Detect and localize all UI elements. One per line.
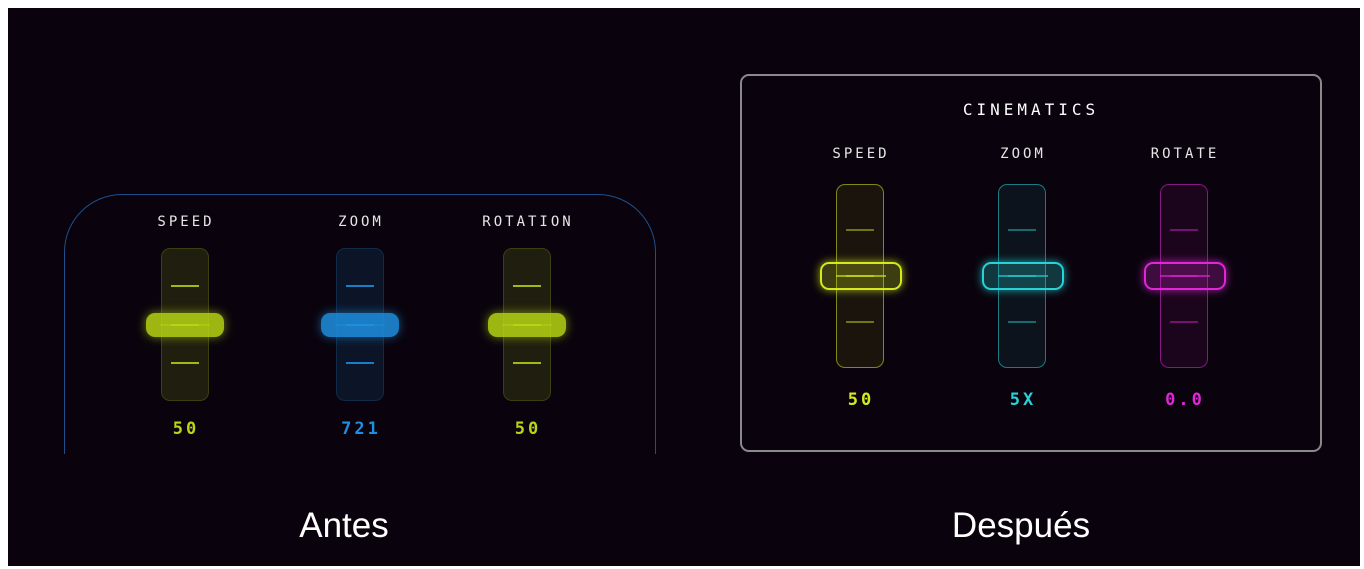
slider-tick: [1008, 321, 1036, 323]
slider-knob[interactable]: [820, 262, 902, 290]
before-rotation-slider[interactable]: ROTATION 50: [478, 214, 578, 444]
slider-value: 5X: [1009, 390, 1037, 410]
slider-knob[interactable]: [488, 312, 566, 337]
knob-grip: [160, 323, 210, 326]
slider-value: 50: [172, 419, 200, 439]
knob-grip: [998, 275, 1048, 277]
slider-tick: [171, 285, 199, 288]
slider-knob[interactable]: [982, 262, 1064, 290]
slider-tick: [1170, 321, 1198, 323]
slider-knob[interactable]: [146, 312, 224, 337]
knob-grip: [335, 323, 385, 326]
slider-label: ROTATION: [482, 214, 574, 230]
before-caption: Antes: [299, 506, 389, 545]
slider-tick: [846, 321, 874, 323]
after-zoom-slider[interactable]: ZOOM 5X: [973, 146, 1073, 416]
before-zoom-slider[interactable]: ZOOM 721: [311, 214, 411, 444]
slider-value: 0.0: [1165, 390, 1205, 410]
slider-tick: [513, 361, 541, 364]
slider-knob[interactable]: [321, 312, 399, 337]
slider-tick: [513, 285, 541, 288]
after-caption: Después: [951, 506, 1091, 545]
slider-tick: [346, 361, 374, 364]
after-rotate-slider[interactable]: ROTATE 0.0: [1135, 146, 1235, 416]
slider-value: 50: [847, 390, 875, 410]
slider-label: SPEED: [832, 146, 890, 162]
slider-label: ROTATE: [1150, 146, 1220, 162]
slider-tick: [1008, 229, 1036, 231]
slider-label: ZOOM: [1000, 146, 1046, 162]
knob-grip: [1160, 275, 1210, 277]
slider-tick: [846, 229, 874, 231]
slider-label: ZOOM: [338, 214, 384, 230]
slider-value: 721: [341, 419, 381, 439]
slider-value: 50: [514, 419, 542, 439]
comparison-stage: SPEED 50 ZOOM 721 ROTATION 50 Antes CINE…: [8, 8, 1360, 566]
panel-title: CINEMATICS: [962, 100, 1100, 119]
before-speed-slider[interactable]: SPEED 50: [136, 214, 236, 444]
knob-grip: [502, 323, 552, 326]
slider-knob[interactable]: [1144, 262, 1226, 290]
slider-tick: [346, 285, 374, 288]
slider-tick: [171, 361, 199, 364]
slider-label: SPEED: [157, 214, 215, 230]
slider-tick: [1170, 229, 1198, 231]
knob-grip: [836, 275, 886, 277]
after-speed-slider[interactable]: SPEED 50: [811, 146, 911, 416]
